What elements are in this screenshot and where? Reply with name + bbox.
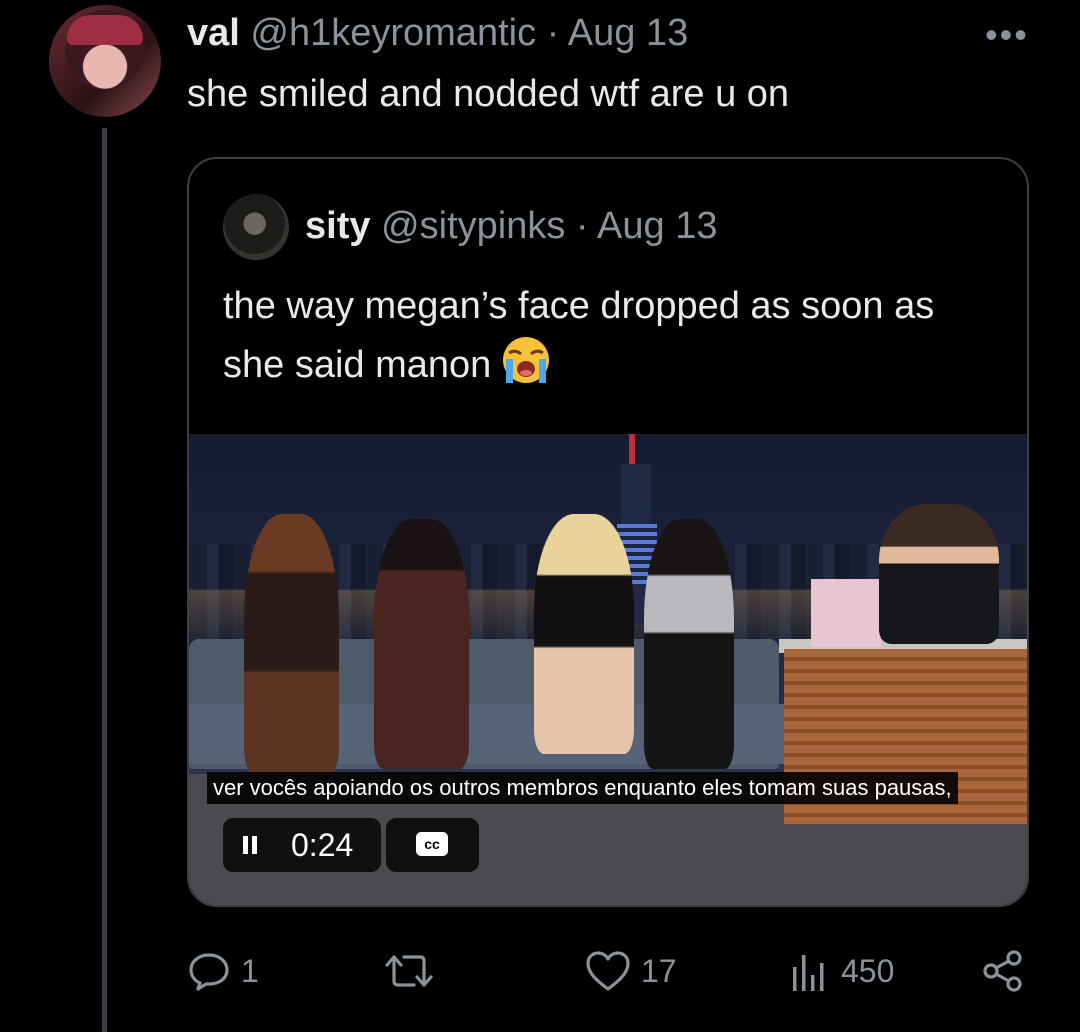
- thread-line: [102, 128, 107, 1032]
- reply-author-name[interactable]: val: [187, 12, 240, 54]
- guest-2: [374, 519, 469, 769]
- guest-3: [534, 514, 634, 754]
- reply-header: val @h1keyromantic · Aug 13: [187, 10, 688, 56]
- retweet-icon: [385, 955, 433, 987]
- guest-4: [644, 519, 734, 769]
- reply-date[interactable]: Aug 13: [568, 12, 688, 54]
- reply-text: she smiled and nodded wtf are u on: [187, 73, 790, 115]
- loudly-crying-face-icon: [503, 337, 550, 383]
- reply-icon: [189, 953, 229, 991]
- views-count: 450: [841, 952, 895, 989]
- video-subtitle: ver vocês apoiando os outros membros enq…: [207, 772, 958, 804]
- quote-header: sity @sitypinks · Aug 13: [305, 203, 717, 249]
- album-cover: [811, 579, 881, 647]
- tweet-actions-bar: 1 17 450: [187, 946, 1037, 996]
- quote-text-block: the way megan’s face dropped as soon as …: [223, 277, 1003, 394]
- reply-separator: ·: [546, 12, 560, 54]
- share-button[interactable]: [981, 946, 1025, 996]
- captions-button[interactable]: cc: [386, 818, 479, 872]
- play-pause-time-control[interactable]: 0:24: [223, 818, 381, 872]
- more-options-icon[interactable]: •••: [985, 14, 1029, 56]
- pause-icon[interactable]: [243, 836, 257, 854]
- reply-count: 1: [241, 952, 259, 989]
- captions-icon: cc: [416, 832, 448, 856]
- quote-author-handle[interactable]: @sitypinks: [381, 205, 565, 247]
- reply-button[interactable]: 1: [187, 946, 259, 996]
- guest-1: [244, 514, 339, 774]
- video-controls: 0:24 cc: [223, 818, 479, 872]
- like-button[interactable]: 17: [585, 946, 677, 996]
- quote-author-name[interactable]: sity: [305, 205, 370, 247]
- quote-text: the way megan’s face dropped as soon as …: [223, 285, 935, 386]
- quoted-tweet-card[interactable]: sity @sitypinks · Aug 13 the way megan’s…: [187, 157, 1029, 907]
- views-chart-icon: [793, 955, 824, 991]
- like-count: 17: [641, 952, 677, 989]
- reply-author-handle[interactable]: @h1keyromantic: [250, 12, 536, 54]
- heart-icon: [586, 951, 630, 991]
- quote-avatar[interactable]: [223, 194, 289, 260]
- views-button[interactable]: 450: [787, 946, 894, 996]
- quote-date[interactable]: Aug 13: [597, 205, 717, 247]
- reply-avatar[interactable]: [49, 5, 161, 117]
- host: [879, 504, 999, 644]
- video-time: 0:24: [291, 827, 354, 863]
- video-player[interactable]: ver vocês apoiando os outros membros enq…: [189, 434, 1027, 905]
- retweet-button[interactable]: [384, 946, 444, 996]
- quote-separator: ·: [575, 205, 589, 247]
- share-icon: [983, 950, 1022, 992]
